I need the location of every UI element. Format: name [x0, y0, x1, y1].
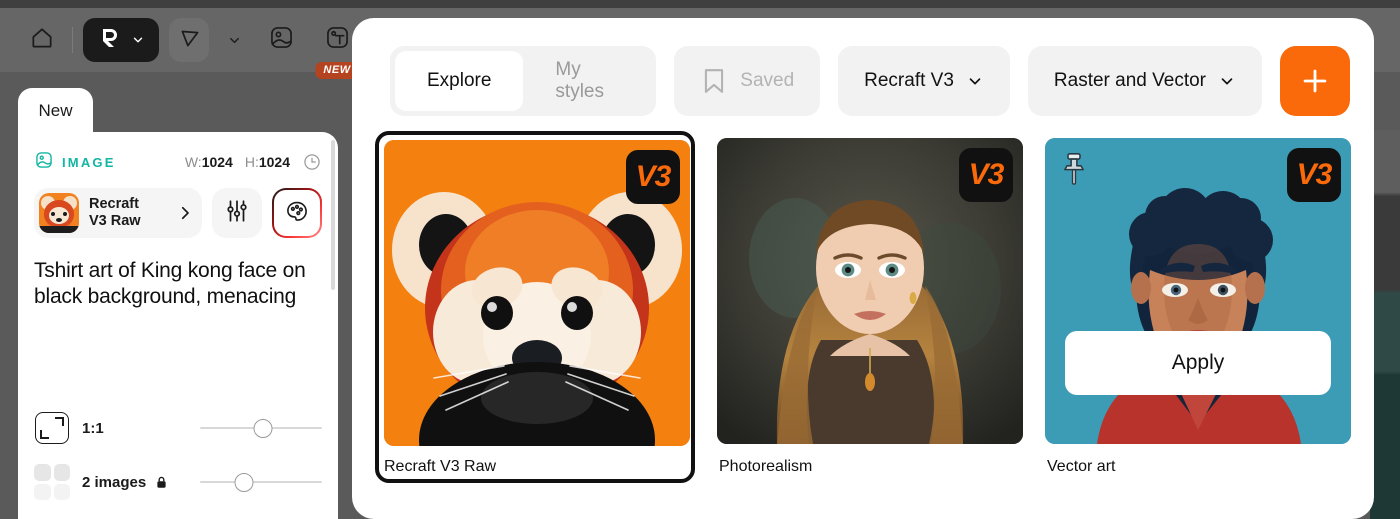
- chevron-down-icon: [966, 72, 984, 90]
- tab-my-styles[interactable]: My styles: [523, 51, 651, 111]
- panel-header-row: IMAGE W:1024 H:1024: [34, 150, 322, 174]
- image-tool-button[interactable]: [261, 20, 301, 60]
- image-count-label: 2 images: [82, 473, 147, 491]
- image-count-grid-icon[interactable]: [34, 464, 70, 500]
- select-chevron-down-icon[interactable]: [223, 18, 245, 62]
- home-icon: [29, 25, 55, 56]
- cursor-select-icon: [177, 25, 203, 56]
- style-name-line2: V3 Raw: [89, 213, 141, 229]
- lock-icon: [154, 474, 169, 491]
- new-tab-label[interactable]: New: [18, 88, 93, 144]
- sliders-icon: [224, 198, 250, 229]
- style-library-modal: Explore My styles Saved Recraft V3 Raste…: [352, 18, 1374, 519]
- model-dropdown-label: Recraft V3: [864, 70, 954, 91]
- card-label: Recraft V3 Raw: [384, 458, 497, 475]
- style-card-recraft-v3-raw[interactable]: V3 Recraft V3 Raw: [375, 131, 695, 483]
- version-badge: V3: [959, 148, 1013, 202]
- card-thumbnail: V3: [384, 140, 690, 446]
- image-icon: [268, 24, 295, 56]
- logo-chevron-down-icon[interactable]: [127, 18, 149, 62]
- settings-button[interactable]: [212, 188, 262, 238]
- height-field[interactable]: H:1024: [245, 154, 290, 170]
- add-style-button[interactable]: [1280, 46, 1350, 116]
- card-label: Photorealism: [719, 458, 813, 475]
- type-dropdown[interactable]: Raster and Vector: [1027, 46, 1262, 116]
- image-section-tag: IMAGE: [34, 150, 116, 175]
- style-chip-name: Recraft V3 Raw: [89, 196, 141, 230]
- image-count-slider-thumb[interactable]: [234, 472, 254, 492]
- image-icon: [34, 150, 54, 175]
- select-tool-button[interactable]: [169, 18, 209, 62]
- red-panda-thumbnail: [39, 193, 79, 233]
- type-dropdown-label: Raster and Vector: [1053, 70, 1206, 91]
- height-value: 1024: [258, 154, 290, 170]
- app-root: NEW New IMAGE W:1024 H:1024 Recraft V3 R…: [0, 0, 1400, 519]
- apply-button[interactable]: Apply: [1065, 331, 1331, 395]
- aspect-ratio-control: 1:1: [34, 401, 322, 455]
- version-badge: V3: [1287, 148, 1341, 202]
- style-name-line1: Recraft: [89, 196, 139, 212]
- window-topbar: [0, 0, 1400, 8]
- bookmark-icon: [700, 66, 728, 96]
- home-button[interactable]: [22, 20, 62, 60]
- generation-panel: IMAGE W:1024 H:1024 Recraft V3 Raw Tshir…: [18, 132, 338, 519]
- style-controls-row: Recraft V3 Raw: [34, 188, 322, 238]
- aspect-ratio-slider[interactable]: [200, 418, 322, 438]
- width-field[interactable]: W:1024: [185, 154, 233, 170]
- model-dropdown[interactable]: Recraft V3: [838, 46, 1010, 116]
- chevron-right-icon: [176, 204, 194, 222]
- recraft-logo-icon: [95, 24, 123, 57]
- width-value: 1024: [201, 154, 233, 170]
- clock-history-icon[interactable]: [302, 152, 322, 172]
- aspect-ratio-label: 1:1: [82, 419, 104, 437]
- text-tool-icon: [324, 24, 351, 56]
- toolbar-divider: [72, 27, 73, 53]
- tab-explore[interactable]: Explore: [395, 51, 524, 111]
- saved-filter-button[interactable]: Saved: [674, 46, 821, 116]
- recraft-logo-button[interactable]: [83, 18, 159, 62]
- dimensions-group: W:1024 H:1024: [185, 152, 322, 172]
- saved-filter-label: Saved: [740, 70, 795, 91]
- prompt-text[interactable]: Tshirt art of King kong face on black ba…: [34, 258, 322, 310]
- style-card-grid: V3 Recraft V3 Raw V3 Photorealism V3 App…: [352, 116, 1374, 483]
- style-selector-button[interactable]: Recraft V3 Raw: [34, 188, 202, 238]
- view-tabs: Explore My styles: [390, 46, 657, 116]
- text-tool-button[interactable]: NEW: [315, 20, 359, 79]
- plus-icon: [1298, 64, 1332, 98]
- chevron-down-icon: [1218, 72, 1236, 90]
- aspect-ratio-icon[interactable]: [34, 410, 70, 446]
- style-card-vector-art[interactable]: V3 Apply Vector art: [1045, 138, 1351, 483]
- style-card-photorealism[interactable]: V3 Photorealism: [717, 138, 1023, 483]
- version-badge: V3: [626, 150, 680, 204]
- generation-controls: 1:1 2 images: [34, 401, 322, 509]
- canvas-artwork-strip: [1370, 130, 1400, 519]
- card-label: Vector art: [1047, 458, 1116, 475]
- modal-header: Explore My styles Saved Recraft V3 Raste…: [352, 18, 1374, 116]
- palette-button[interactable]: [272, 188, 322, 238]
- aspect-ratio-slider-thumb[interactable]: [253, 418, 273, 438]
- height-key: H:: [244, 154, 259, 170]
- palette-icon: [284, 198, 310, 229]
- pin-icon[interactable]: [1059, 152, 1089, 188]
- width-key: W:: [184, 154, 202, 170]
- card-thumbnail: V3: [717, 138, 1023, 444]
- image-count-control: 2 images: [34, 455, 322, 509]
- image-count-slider[interactable]: [200, 472, 322, 492]
- card-thumbnail: V3 Apply: [1045, 138, 1351, 444]
- image-section-label: IMAGE: [62, 154, 116, 170]
- panel-scrollbar[interactable]: [331, 140, 335, 290]
